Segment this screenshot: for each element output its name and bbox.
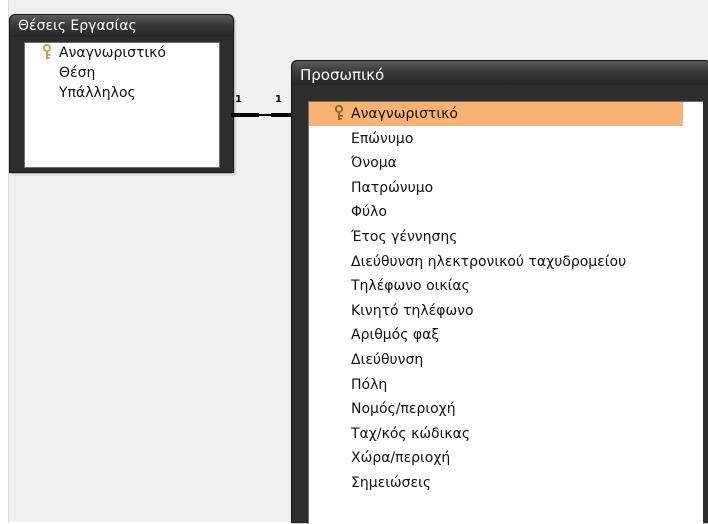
table-job-positions[interactable]: Θέσεις Εργασίας Αναγνωριστικό Θέση Υπάλλ… xyxy=(9,14,234,173)
field-label: Έτος γέννησης xyxy=(351,229,458,245)
field-label: Σημειώσεις xyxy=(351,475,432,491)
field-label: Πατρώνυμο xyxy=(351,179,434,196)
field-row[interactable]: Επώνυμο xyxy=(309,127,683,151)
field-label: Αναγνωριστικό xyxy=(351,106,458,122)
field-row[interactable]: Νομός/περιοχή xyxy=(309,397,683,421)
field-row-selected[interactable]: Αναγνωριστικό xyxy=(309,102,683,126)
field-row[interactable]: Σημειώσεις xyxy=(309,471,683,495)
primary-key-icon xyxy=(42,44,52,59)
field-row[interactable]: Κινητό τηλέφωνο xyxy=(309,299,683,323)
field-label: Πόλη xyxy=(351,376,388,393)
field-label: Χώρα/περιοχή xyxy=(351,450,451,467)
table-title[interactable]: Θέσεις Εργασίας xyxy=(10,15,233,37)
field-label: Κινητό τηλέφωνο xyxy=(351,302,474,319)
field-label: Αριθμός φαξ xyxy=(351,327,440,344)
field-row[interactable]: Πατρώνυμο xyxy=(309,176,683,200)
field-label: Νομός/περιοχή xyxy=(351,401,456,418)
field-label: Όνομα xyxy=(351,155,397,172)
table-personnel[interactable]: Προσωπικό Αναγνωριστικό Επώνυμο Όνομα Πα… xyxy=(291,60,708,524)
field-row[interactable]: Χώρα/περιοχή xyxy=(309,446,683,470)
field-row[interactable]: Ταχ/κός κώδικας xyxy=(309,422,683,446)
cardinality-right-label: 1 xyxy=(275,94,282,105)
field-row[interactable]: Υπάλληλος xyxy=(25,81,219,105)
field-label: Διεύθυνση ηλεκτρονικού ταχυδρομείου xyxy=(351,253,627,270)
field-row[interactable]: Διεύθυνση ηλεκτρονικού ταχυδρομείου xyxy=(309,250,683,274)
field-row[interactable]: Όνομα xyxy=(309,151,683,175)
field-list[interactable]: Αναγνωριστικό Θέση Υπάλληλος xyxy=(24,42,220,168)
primary-key-icon xyxy=(334,105,344,120)
field-label: Τηλέφωνο οικίας xyxy=(351,278,470,295)
field-label: Διεύθυνση xyxy=(351,352,424,368)
field-row[interactable]: Πόλη xyxy=(309,373,683,397)
table-title[interactable]: Προσωπικό xyxy=(292,61,708,85)
field-label: Επώνυμο xyxy=(351,130,414,147)
field-label: Υπάλληλος xyxy=(59,85,136,101)
field-label: Ταχ/κός κώδικας xyxy=(351,425,471,442)
field-list[interactable]: Αναγνωριστικό Επώνυμο Όνομα Πατρώνυμο Φύ… xyxy=(308,101,703,524)
field-row[interactable]: Τηλέφωνο οικίας xyxy=(309,274,683,298)
field-label: Φύλο xyxy=(351,204,387,221)
cardinality-left-label: 1 xyxy=(235,94,242,105)
field-row[interactable]: Έτος γέννησης xyxy=(309,225,683,249)
field-row[interactable]: Διεύθυνση xyxy=(309,348,683,372)
relationships-canvas: Θέσεις Εργασίας Αναγνωριστικό Θέση Υπάλλ… xyxy=(8,0,708,524)
field-row[interactable]: Φύλο xyxy=(309,200,683,224)
field-row[interactable]: Αριθμός φαξ xyxy=(309,323,683,347)
